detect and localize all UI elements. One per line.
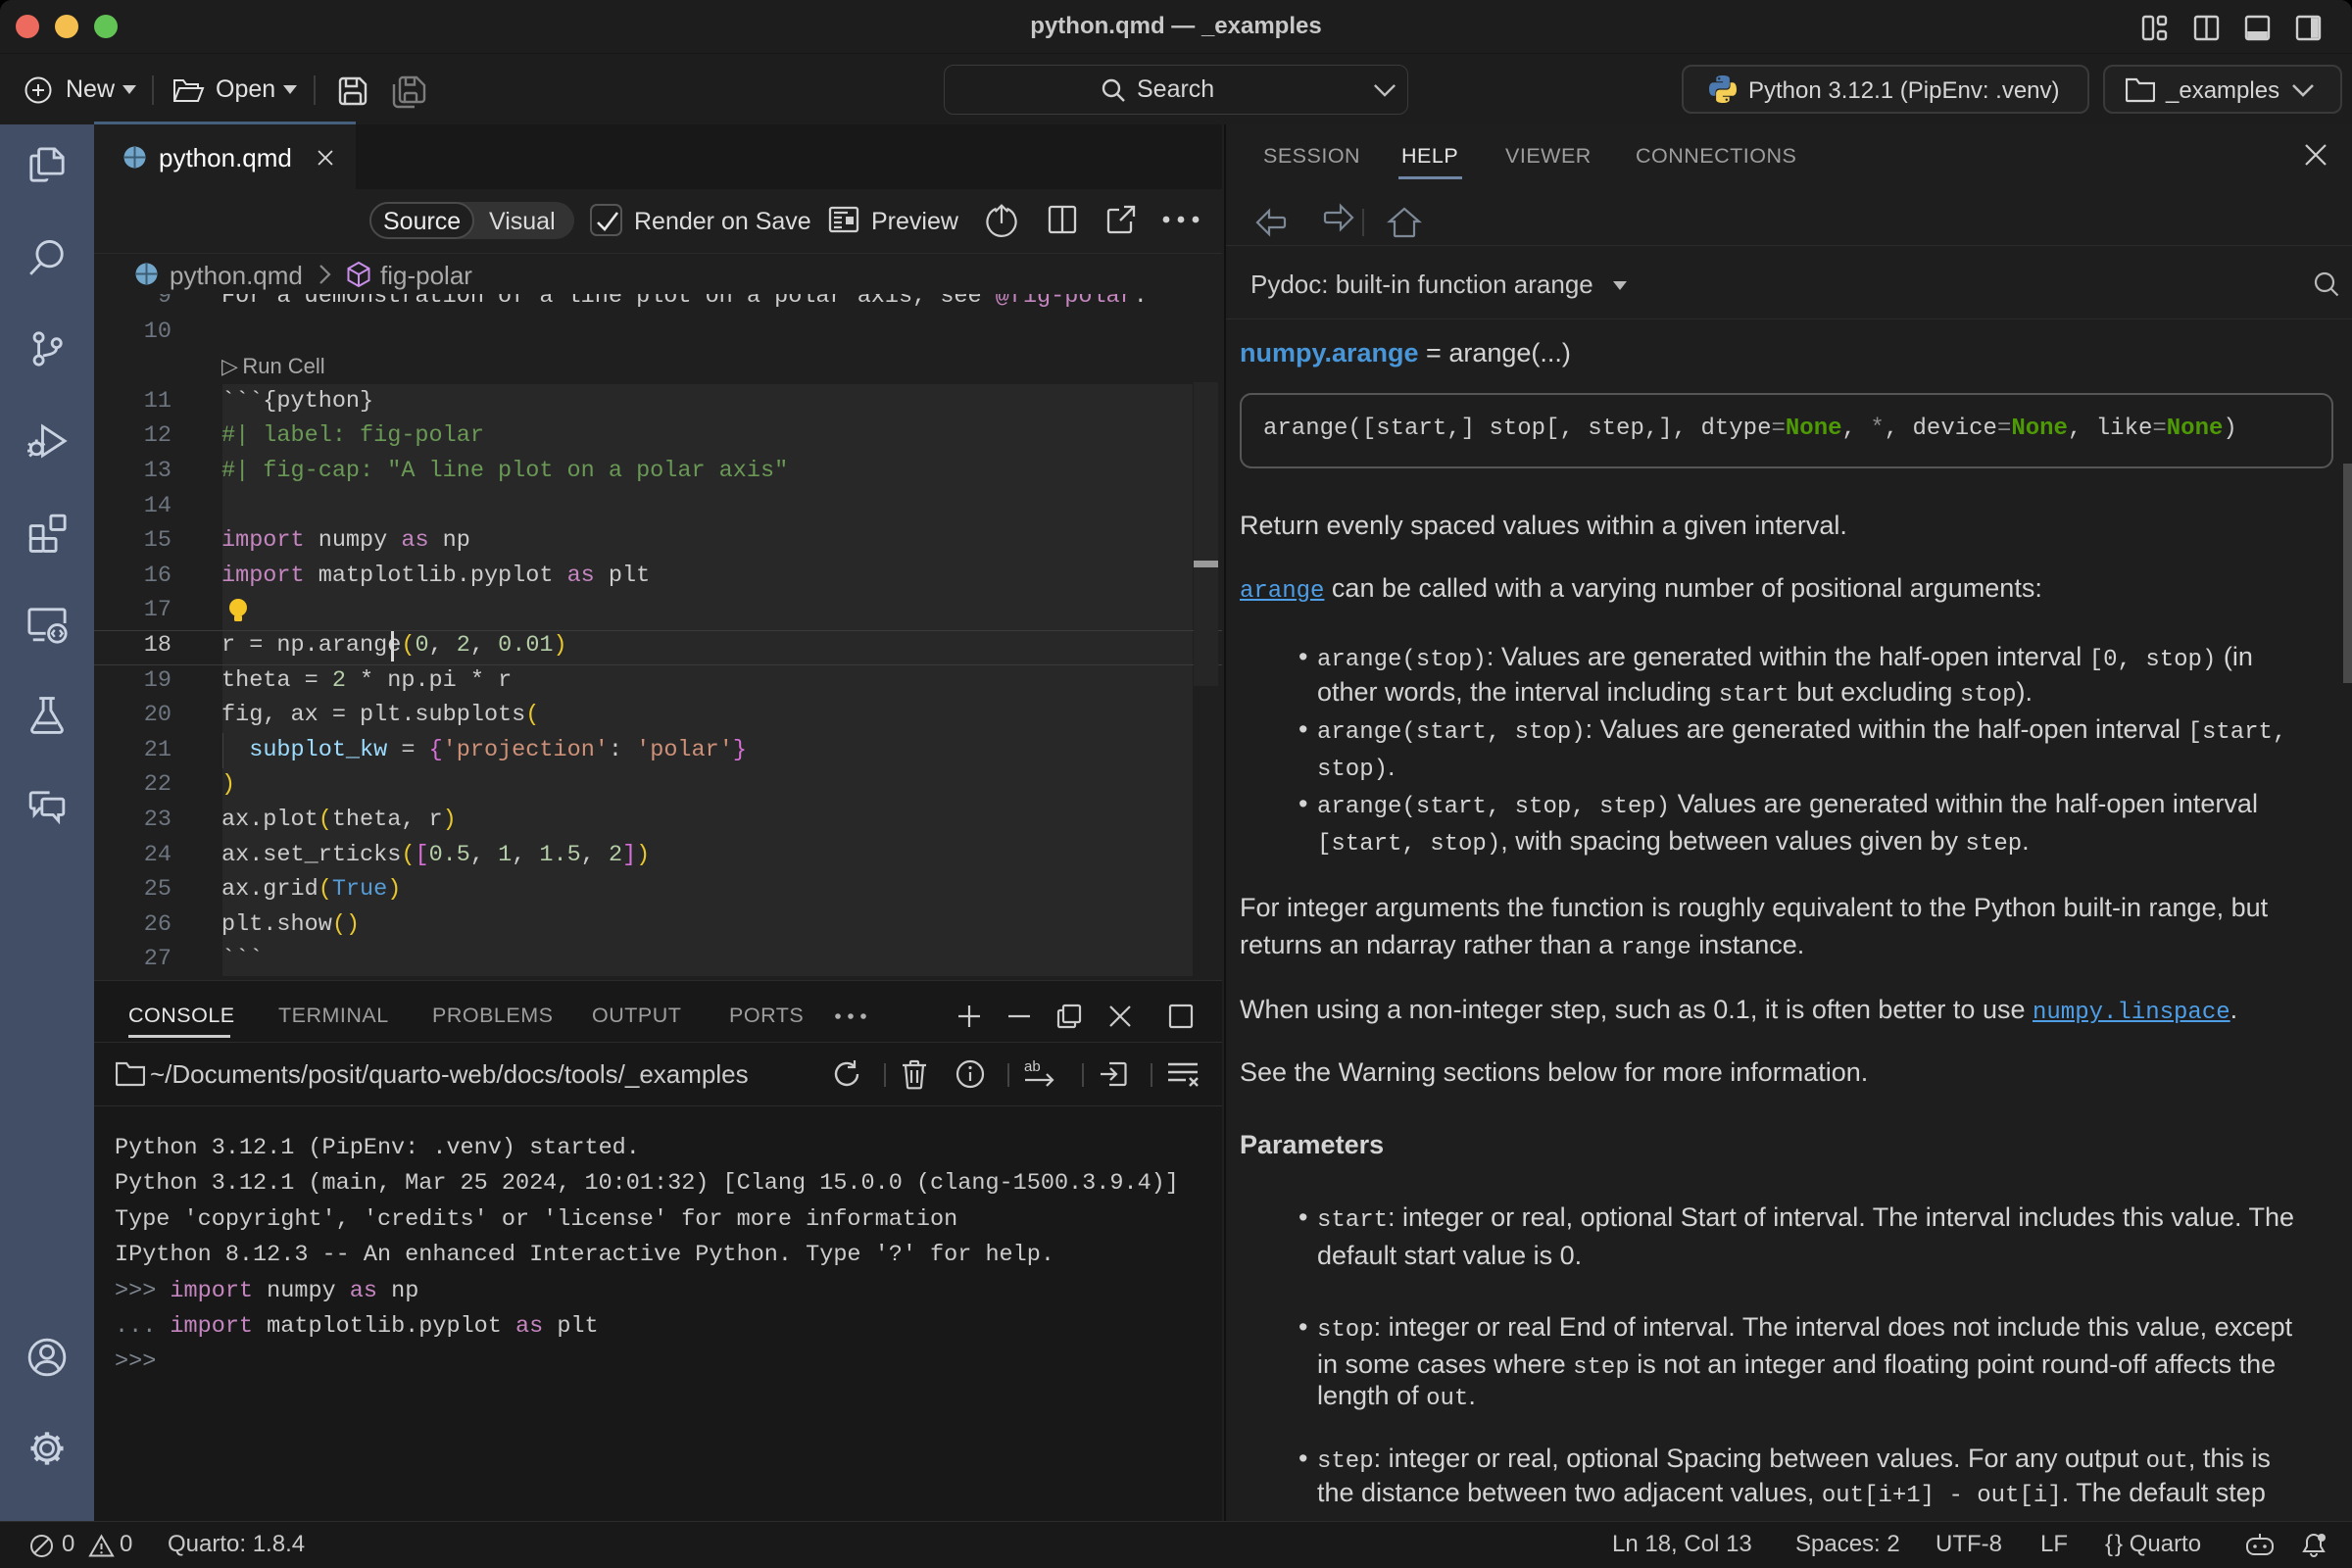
svg-text:ab: ab xyxy=(1024,1058,1041,1075)
